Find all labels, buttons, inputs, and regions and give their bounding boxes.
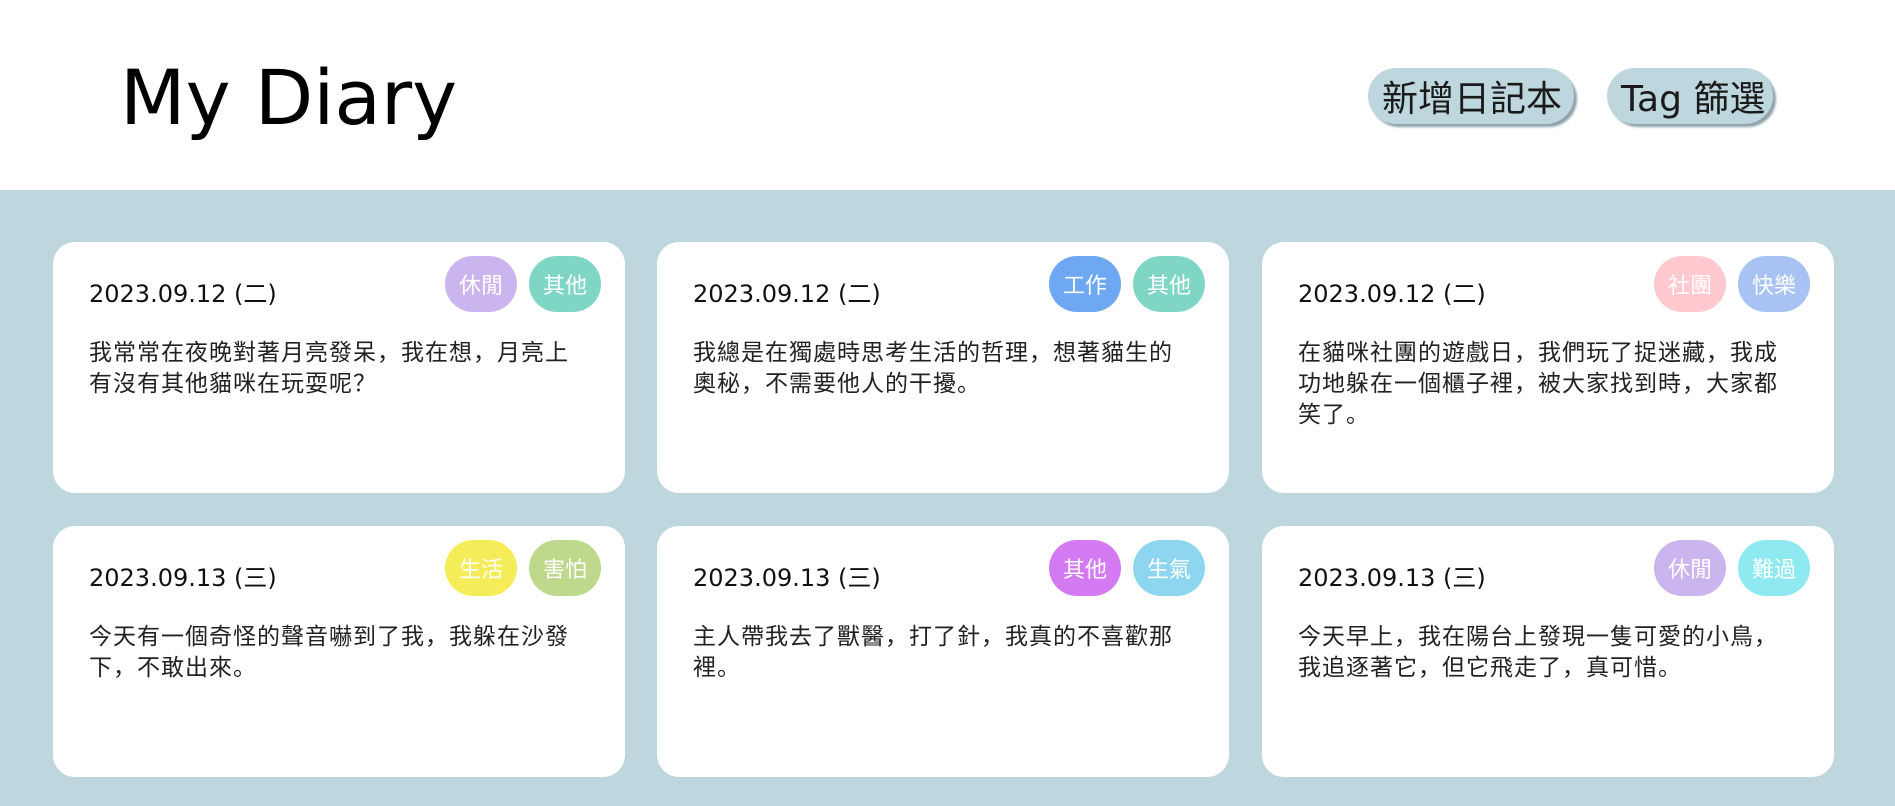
tag-list: 生活 害怕: [445, 540, 601, 596]
tag-chip[interactable]: 害怕: [529, 540, 601, 596]
tag-chip[interactable]: 難過: [1738, 540, 1810, 596]
diary-card[interactable]: 2023.09.12 (二) 休閒 其他 我常常在夜晚對著月亮發呆，我在想，月亮…: [53, 242, 625, 493]
tag-chip[interactable]: 其他: [529, 256, 601, 312]
tag-chip[interactable]: 休閒: [1654, 540, 1726, 596]
entry-date: 2023.09.12 (二): [1298, 280, 1486, 308]
entry-date: 2023.09.12 (二): [89, 280, 277, 308]
tag-chip[interactable]: 快樂: [1738, 256, 1810, 312]
diary-card[interactable]: 2023.09.13 (三) 其他 生氣 主人帶我去了獸醫，打了針，我真的不喜歡…: [657, 526, 1229, 777]
entry-date: 2023.09.13 (三): [89, 564, 277, 592]
diary-card[interactable]: 2023.09.12 (二) 工作 其他 我總是在獨處時思考生活的哲理，想著貓生…: [657, 242, 1229, 493]
tag-chip[interactable]: 其他: [1133, 256, 1205, 312]
tag-list: 社團 快樂: [1654, 256, 1810, 312]
tag-chip[interactable]: 生氣: [1133, 540, 1205, 596]
entry-text: 今天有一個奇怪的聲音嚇到了我，我躲在沙發下，不敢出來。: [89, 624, 569, 681]
tag-chip[interactable]: 生活: [445, 540, 517, 596]
entry-date: 2023.09.12 (二): [693, 280, 881, 308]
entry-text: 我常常在夜晚對著月亮發呆，我在想，月亮上有沒有其他貓咪在玩耍呢？: [89, 340, 569, 397]
diary-card[interactable]: 2023.09.13 (三) 休閒 難過 今天早上，我在陽台上發現一隻可愛的小鳥…: [1262, 526, 1834, 777]
tag-list: 休閒 難過: [1654, 540, 1810, 596]
tag-list: 休閒 其他: [445, 256, 601, 312]
new-diary-button[interactable]: 新增日記本: [1368, 68, 1574, 124]
tag-list: 工作 其他: [1049, 256, 1205, 312]
tag-list: 其他 生氣: [1049, 540, 1205, 596]
entry-text: 在貓咪社團的遊戲日，我們玩了捉迷藏，我成功地躲在一個櫃子裡，被大家找到時，大家都…: [1298, 340, 1778, 428]
app-header: My Diary 新增日記本 Tag 篩選: [0, 0, 1895, 190]
app-title: My Diary: [120, 53, 458, 142]
tag-chip[interactable]: 社團: [1654, 256, 1726, 312]
entry-text: 我總是在獨處時思考生活的哲理，想著貓生的奧秘，不需要他人的干擾。: [693, 340, 1173, 397]
tag-chip[interactable]: 工作: [1049, 256, 1121, 312]
diary-list: 2023.09.12 (二) 休閒 其他 我常常在夜晚對著月亮發呆，我在想，月亮…: [0, 190, 1895, 806]
tag-filter-button[interactable]: Tag 篩選: [1607, 68, 1773, 124]
diary-card[interactable]: 2023.09.12 (二) 社團 快樂 在貓咪社團的遊戲日，我們玩了捉迷藏，我…: [1262, 242, 1834, 493]
entry-text: 主人帶我去了獸醫，打了針，我真的不喜歡那裡。: [693, 624, 1173, 681]
tag-chip[interactable]: 其他: [1049, 540, 1121, 596]
entry-date: 2023.09.13 (三): [693, 564, 881, 592]
entry-date: 2023.09.13 (三): [1298, 564, 1486, 592]
entry-text: 今天早上，我在陽台上發現一隻可愛的小鳥，我追逐著它，但它飛走了，真可惜。: [1298, 624, 1778, 681]
diary-card[interactable]: 2023.09.13 (三) 生活 害怕 今天有一個奇怪的聲音嚇到了我，我躲在沙…: [53, 526, 625, 777]
tag-chip[interactable]: 休閒: [445, 256, 517, 312]
